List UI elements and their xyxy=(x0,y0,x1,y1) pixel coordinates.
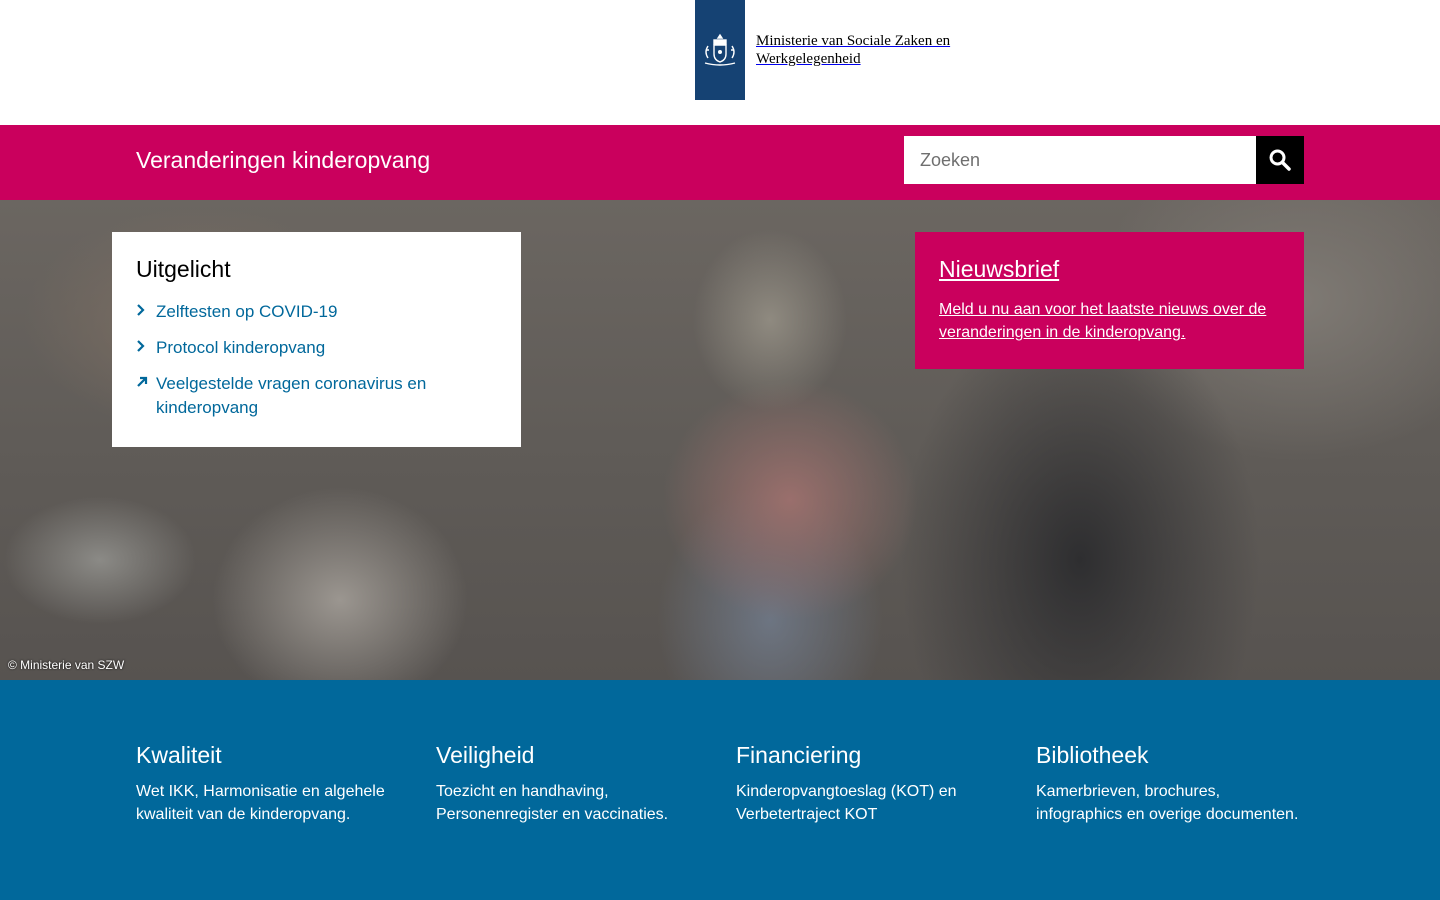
featured-link-faq-corona[interactable]: Veelgestelde vragen coronavirus en kinde… xyxy=(156,372,497,420)
featured-card: Uitgelicht Zelftesten op COVID-19 Protoc… xyxy=(112,232,521,447)
site-title[interactable]: Veranderingen kinderopvang xyxy=(136,147,430,174)
coat-of-arms-icon xyxy=(704,33,736,66)
hero-section: Uitgelicht Zelftesten op COVID-19 Protoc… xyxy=(0,200,1440,680)
ministry-logo-link[interactable]: Ministerie van Sociale Zaken en Werkgele… xyxy=(695,0,950,100)
featured-link-protocol[interactable]: Protocol kinderopvang xyxy=(156,336,325,360)
topics-section: Kwaliteit Wet IKK, Harmonisatie en algeh… xyxy=(0,680,1440,900)
topic-veiligheid: Veiligheid Toezicht en handhaving, Perso… xyxy=(436,742,700,826)
chevron-right-icon xyxy=(136,303,156,322)
external-arrow-icon xyxy=(136,375,156,394)
featured-item: Zelftesten op COVID-19 xyxy=(136,300,497,324)
chevron-right-icon xyxy=(136,339,156,358)
topic-link-veiligheid[interactable]: Veiligheid xyxy=(436,742,534,768)
topic-description: Toezicht en handhaving, Personenregister… xyxy=(436,783,669,823)
photo-copyright: © Ministerie van SZW xyxy=(8,658,125,672)
newsletter-heading: Nieuwsbrief xyxy=(939,256,1280,283)
topic-title: Veiligheid xyxy=(436,742,700,769)
topic-link-bibliotheek[interactable]: Bibliotheek xyxy=(1036,742,1149,768)
topic-title: Financiering xyxy=(736,742,1000,769)
topic-bibliotheek: Bibliotheek Kamerbrieven, brochures, inf… xyxy=(1036,742,1300,826)
ministry-name-line1: Ministerie van Sociale Zaken en xyxy=(756,33,951,49)
title-bar: Veranderingen kinderopvang xyxy=(0,125,1440,200)
topic-financiering: Financiering Kinderopvangtoeslag (KOT) e… xyxy=(736,742,1000,826)
site-header: Ministerie van Sociale Zaken en Werkgele… xyxy=(0,0,1440,125)
ministry-name: Ministerie van Sociale Zaken en Werkgele… xyxy=(756,32,950,68)
newsletter-card: Nieuwsbrief Meld u nu aan voor het laats… xyxy=(915,232,1304,369)
coat-of-arms-logo xyxy=(695,0,745,100)
topic-description: Kamerbrieven, brochures, infographics en… xyxy=(1036,783,1299,823)
topic-title: Bibliotheek xyxy=(1036,742,1300,769)
featured-item: Protocol kinderopvang xyxy=(136,336,497,360)
search-button[interactable] xyxy=(1256,136,1304,184)
newsletter-signup-link[interactable]: Meld u nu aan voor het laatste nieuws ov… xyxy=(939,298,1280,344)
topic-link-financiering[interactable]: Financiering xyxy=(736,742,861,768)
search-icon xyxy=(1269,149,1291,171)
topic-link-kwaliteit[interactable]: Kwaliteit xyxy=(136,742,222,768)
topic-kwaliteit: Kwaliteit Wet IKK, Harmonisatie en algeh… xyxy=(136,742,400,826)
featured-link-zelftesten[interactable]: Zelftesten op COVID-19 xyxy=(156,300,337,324)
featured-item: Veelgestelde vragen coronavirus en kinde… xyxy=(136,372,497,420)
topic-title: Kwaliteit xyxy=(136,742,400,769)
topic-description: Wet IKK, Harmonisatie en algehele kwalit… xyxy=(136,783,385,823)
search-input[interactable] xyxy=(904,136,1256,184)
featured-list: Zelftesten op COVID-19 Protocol kinderop… xyxy=(136,300,497,420)
topic-description: Kinderopvangtoeslag (KOT) en Verbetertra… xyxy=(736,783,957,823)
ministry-name-line2: Werkgelegenheid xyxy=(756,51,861,67)
newsletter-heading-link[interactable]: Nieuwsbrief xyxy=(939,256,1059,282)
search-form xyxy=(904,136,1304,184)
featured-heading: Uitgelicht xyxy=(136,256,231,282)
